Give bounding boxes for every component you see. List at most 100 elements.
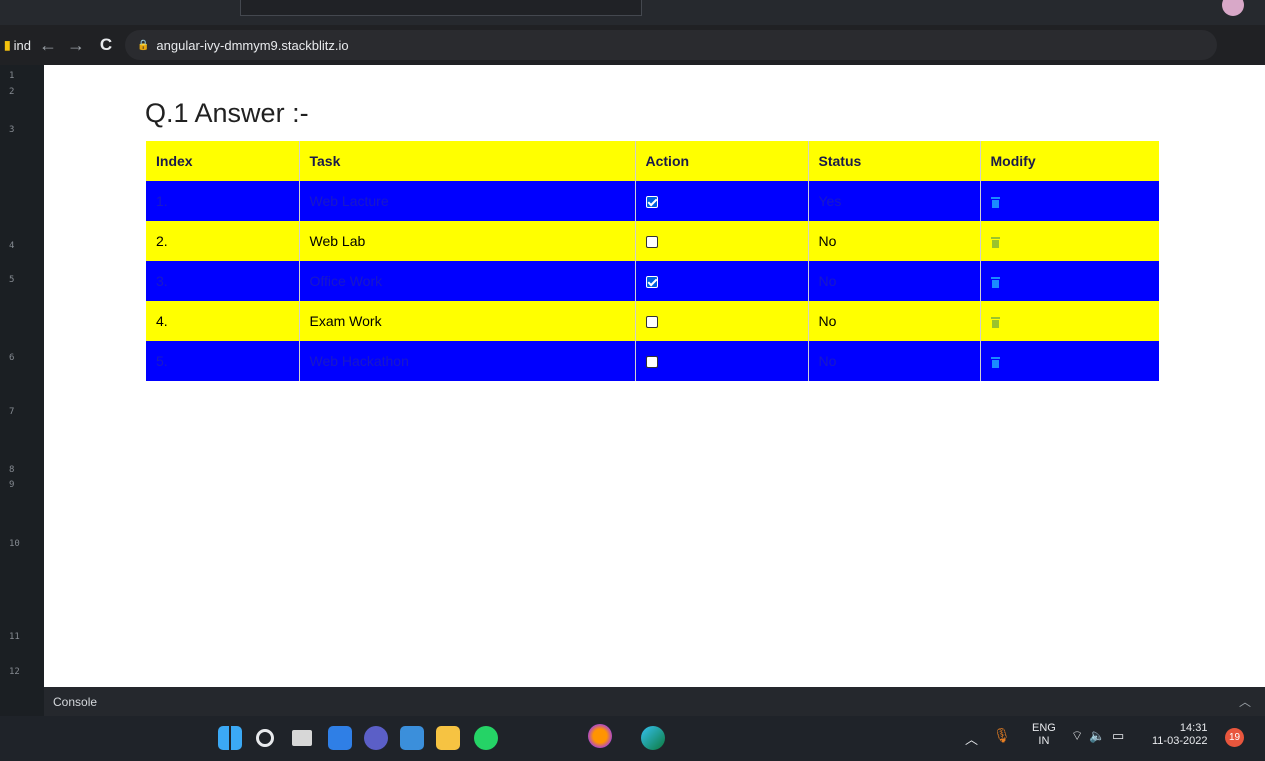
cell-task: Exam Work <box>299 301 636 341</box>
windows-taskbar: ︿ 🎙 ENG IN ⌔ 🔈 ▭ 14:31 11-03-2022 19 <box>0 716 1265 761</box>
line-number: 2 <box>9 87 15 97</box>
cell-status: No <box>808 261 981 301</box>
line-number: 1 <box>9 71 15 81</box>
column-header-modify: Modify <box>980 141 1159 181</box>
action-checkbox[interactable] <box>645 356 658 369</box>
line-number: 10 <box>9 539 20 549</box>
column-header-status: Status <box>808 141 981 181</box>
cell-status: Yes <box>808 181 981 221</box>
file-tab-label: ind <box>13 37 31 53</box>
cell-index: 4. <box>146 301 300 341</box>
browser-toolbar: ▮ ind ← → C 🔒 angular-ivy-dmmym9.stackbl… <box>0 25 1265 65</box>
windows-start-icon[interactable] <box>218 726 242 750</box>
battery-icon[interactable]: ▭ <box>1112 728 1124 744</box>
column-header-action: Action <box>635 141 809 181</box>
table-row: 3. Office Work No <box>146 261 1159 301</box>
line-number: 7 <box>9 407 15 417</box>
line-number: 12 <box>9 667 20 677</box>
search-icon[interactable] <box>256 729 274 747</box>
table-header-row: Index Task Action Status Modify <box>146 141 1159 181</box>
widgets-icon[interactable] <box>328 726 352 750</box>
lock-icon: 🔒 <box>136 39 150 51</box>
column-header-index: Index <box>146 141 300 181</box>
cell-modify <box>980 341 1159 381</box>
task-table: Index Task Action Status Modify 1. Web La… <box>146 141 1159 381</box>
cell-index: 1. <box>146 181 300 221</box>
cell-task: Office Work <box>299 261 636 301</box>
line-number: 11 <box>9 632 20 642</box>
cell-status: No <box>808 221 981 261</box>
action-checkbox[interactable] <box>645 196 658 209</box>
region-code: IN <box>1038 735 1050 747</box>
address-url: angular-ivy-dmmym9.stackblitz.io <box>156 37 349 53</box>
language-indicator[interactable]: ENG IN <box>1032 722 1056 748</box>
microphone-icon[interactable]: 🎙 <box>993 727 1011 744</box>
clock-time: 14:31 <box>1179 722 1208 734</box>
preview-pane: Q.1 Answer :- Index Task Action Status M… <box>44 65 1265 687</box>
edge-icon[interactable] <box>641 726 665 750</box>
browser-top-strip <box>0 0 1265 25</box>
file-icon: ▮ <box>4 38 11 52</box>
trash-icon[interactable] <box>990 316 1000 328</box>
tab-strip <box>240 0 642 16</box>
cell-task: Web Lab <box>299 221 636 261</box>
back-arrow-icon[interactable]: ← <box>37 35 59 56</box>
notification-badge[interactable]: 19 <box>1225 728 1244 747</box>
line-number: 5 <box>9 275 15 285</box>
line-number: 3 <box>9 125 15 135</box>
task-view-icon[interactable] <box>292 730 312 746</box>
action-checkbox[interactable] <box>645 236 658 249</box>
cell-action <box>635 261 809 301</box>
clock[interactable]: 14:31 11-03-2022 <box>1152 722 1207 748</box>
cell-action <box>635 341 809 381</box>
action-checkbox[interactable] <box>645 276 658 289</box>
cell-status: No <box>808 301 981 341</box>
file-explorer-icon[interactable] <box>436 726 460 750</box>
reload-icon[interactable]: C <box>95 35 117 55</box>
cell-index: 3. <box>146 261 300 301</box>
table-row: 2. Web Lab No <box>146 221 1159 261</box>
chevron-up-icon[interactable]: ︿ <box>1239 693 1251 710</box>
line-number: 6 <box>9 353 15 363</box>
cell-index: 2. <box>146 221 300 261</box>
forward-arrow-icon[interactable]: → <box>65 35 87 56</box>
trash-icon[interactable] <box>990 236 1000 248</box>
trash-icon[interactable] <box>990 356 1000 368</box>
cell-action <box>635 181 809 221</box>
editor-gutter: 1 2 3 4 5 6 7 8 9 10 11 12 <box>0 65 44 687</box>
wifi-icon[interactable]: ⌔ <box>1071 728 1083 744</box>
chevron-up-icon[interactable]: ︿ <box>965 729 978 748</box>
action-checkbox[interactable] <box>645 316 658 329</box>
table-row: 1. Web Lacture Yes <box>146 181 1159 221</box>
cell-task: Web Hackathon <box>299 341 636 381</box>
cell-modify <box>980 261 1159 301</box>
trash-icon[interactable] <box>990 276 1000 288</box>
line-number: 9 <box>9 480 15 490</box>
teams-chat-icon[interactable] <box>364 726 388 750</box>
cell-task: Web Lacture <box>299 181 636 221</box>
table-row: 5. Web Hackathon No <box>146 341 1159 381</box>
profile-avatar[interactable] <box>1222 0 1244 16</box>
cell-status: No <box>808 341 981 381</box>
cell-modify <box>980 301 1159 341</box>
cell-action <box>635 301 809 341</box>
language-code: ENG <box>1032 722 1056 734</box>
line-number: 8 <box>9 465 15 475</box>
cell-action <box>635 221 809 261</box>
console-bar[interactable]: Console ︿ <box>44 687 1265 716</box>
firefox-icon[interactable] <box>588 724 612 748</box>
whatsapp-icon[interactable] <box>474 726 498 750</box>
table-row: 4. Exam Work No <box>146 301 1159 341</box>
clock-date: 11-03-2022 <box>1152 735 1208 747</box>
cell-modify <box>980 181 1159 221</box>
volume-icon[interactable]: 🔈 <box>1089 728 1105 744</box>
console-label: Console <box>53 694 98 709</box>
store-icon[interactable] <box>400 726 424 750</box>
page-title: Q.1 Answer :- <box>145 98 309 128</box>
file-tab[interactable]: ▮ ind <box>4 38 31 53</box>
cell-index: 5. <box>146 341 300 381</box>
column-header-task: Task <box>299 141 636 181</box>
trash-icon[interactable] <box>990 196 1000 208</box>
cell-modify <box>980 221 1159 261</box>
address-bar[interactable]: 🔒 angular-ivy-dmmym9.stackblitz.io <box>124 30 1217 60</box>
